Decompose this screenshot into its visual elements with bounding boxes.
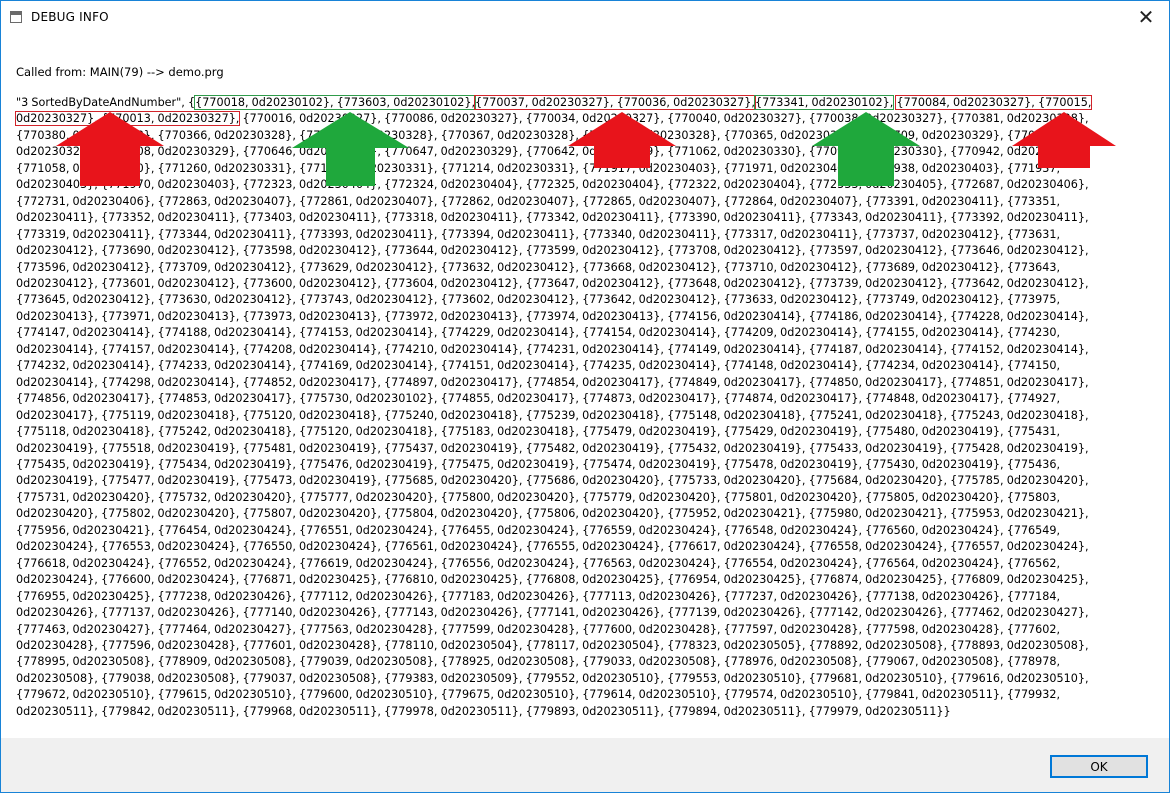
highlight-green-2: {773341, 0d20230102}, — [753, 95, 895, 110]
called-from-text: Called from: MAIN(79) --> demo.prg — [16, 65, 224, 79]
title-bar: DEBUG INFO ✕ — [1, 1, 1169, 34]
highlight-green-1: {770018, 0d20230102}, {773603, 0d2023010… — [194, 95, 477, 110]
message-area: Called from: MAIN(79) --> demo.prg "3 So… — [1, 34, 1169, 738]
window-icon — [10, 11, 22, 23]
debug-output: "3 SortedByDateAndNumber", {{770018, 0d2… — [14, 95, 1108, 720]
window-title: DEBUG INFO — [31, 10, 109, 24]
button-bar: OK — [1, 738, 1169, 792]
highlight-red-2a: {770084, 0d20230327}, {770015, — [895, 95, 1093, 110]
ok-button[interactable]: OK — [1050, 755, 1148, 778]
debug-prefix: "3 SortedByDateAndNumber", { — [16, 96, 196, 109]
highlight-red-2b: 0d20230327}, {770013, 0d20230327}, — [14, 111, 241, 127]
debug-window: DEBUG INFO ✕ Called from: MAIN(79) --> d… — [0, 0, 1170, 793]
debug-rest: {770016, 0d20230327}, {770086, 0d2023032… — [16, 112, 1089, 718]
close-icon[interactable]: ✕ — [1123, 1, 1169, 33]
highlight-red-1: {770037, 0d20230327}, {770036, 0d2023032… — [474, 95, 756, 110]
